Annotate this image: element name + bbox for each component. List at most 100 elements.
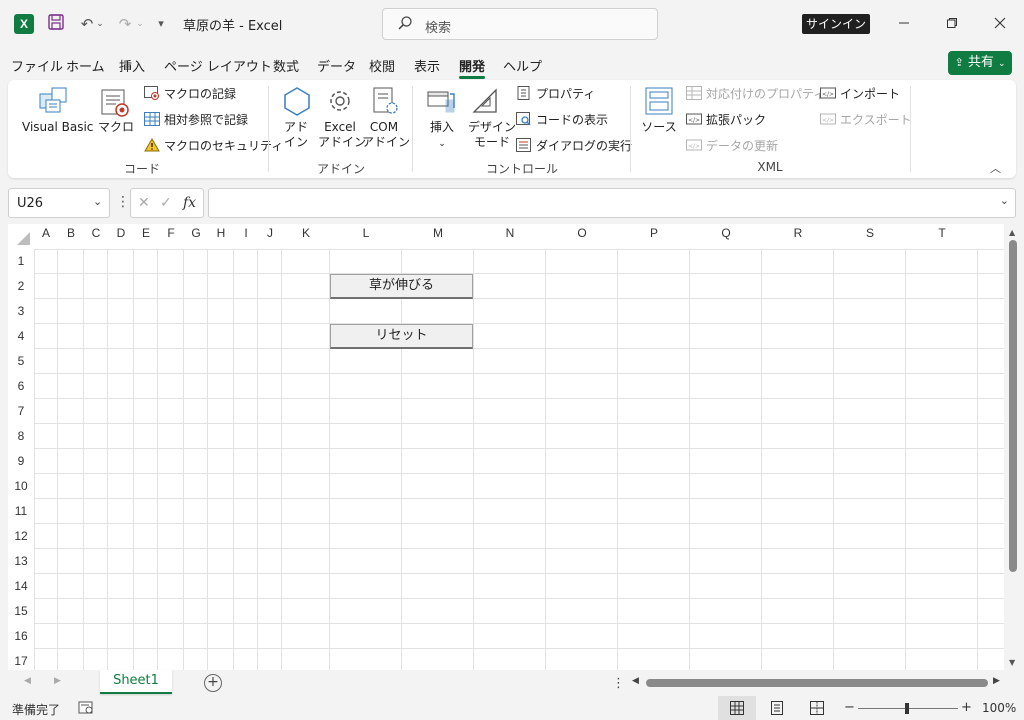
- more-options-icon[interactable]: ⋮: [116, 194, 130, 210]
- design-mode-button[interactable]: デザイン モード: [466, 120, 518, 150]
- redo-icon[interactable]: ↷: [114, 13, 136, 35]
- column-header[interactable]: I: [234, 224, 258, 249]
- scroll-up-icon[interactable]: ▲: [1009, 228, 1015, 237]
- scroll-down-icon[interactable]: ▼: [1009, 658, 1015, 667]
- column-header[interactable]: R: [762, 224, 834, 249]
- excel-addin-button[interactable]: Excel アドイン: [318, 120, 366, 150]
- column-header[interactable]: E: [134, 224, 158, 249]
- row-header[interactable]: 1: [8, 249, 34, 274]
- import-button[interactable]: </> インポート: [820, 86, 900, 102]
- insert-control-icon[interactable]: [426, 86, 458, 119]
- map-properties-button[interactable]: 対応付けのプロパティ: [686, 86, 825, 102]
- column-header[interactable]: M: [402, 224, 474, 249]
- tab-formulas[interactable]: 数式: [273, 56, 299, 75]
- spreadsheet-grid[interactable]: ABCDEFGHIJKLMNOPQRST 草が伸びる リセット 123456789…: [8, 224, 1004, 670]
- row-header[interactable]: 12: [8, 524, 34, 549]
- column-header[interactable]: F: [158, 224, 184, 249]
- tab-developer[interactable]: 開発: [459, 56, 486, 79]
- row-header[interactable]: 7: [8, 399, 34, 424]
- zoom-level[interactable]: 100%: [982, 701, 1016, 715]
- horizontal-scroll-thumb[interactable]: [646, 679, 988, 687]
- tab-file[interactable]: ファイル: [11, 56, 63, 75]
- zoom-in-icon[interactable]: +: [961, 700, 972, 715]
- row-header[interactable]: 9: [8, 449, 34, 474]
- share-button[interactable]: ⇪ 共有 ⌄: [948, 51, 1012, 75]
- row-header[interactable]: 8: [8, 424, 34, 449]
- macro-icon[interactable]: [100, 86, 130, 121]
- expansion-packs-button[interactable]: </> 拡張パック: [686, 112, 766, 128]
- formula-input[interactable]: ⌄: [208, 188, 1016, 218]
- name-box[interactable]: U26 ⌄: [8, 188, 110, 218]
- sheet-tab-sheet1[interactable]: Sheet1: [100, 670, 172, 694]
- tab-insert[interactable]: 挿入: [119, 56, 145, 75]
- column-header[interactable]: K: [282, 224, 330, 249]
- row-header[interactable]: 14: [8, 574, 34, 599]
- addin-icon[interactable]: [282, 86, 312, 119]
- restore-icon[interactable]: [940, 12, 964, 36]
- view-code-button[interactable]: コードの表示: [516, 112, 608, 128]
- save-icon[interactable]: [45, 13, 67, 35]
- collapse-ribbon-icon[interactable]: ︿: [990, 160, 1001, 176]
- expand-formula-icon[interactable]: ⌄: [1000, 194, 1009, 207]
- row-header[interactable]: 6: [8, 374, 34, 399]
- xml-source-button[interactable]: ソース: [640, 120, 678, 135]
- reset-button[interactable]: リセット: [330, 324, 473, 349]
- page-layout-view-icon[interactable]: [770, 701, 784, 718]
- refresh-data-button[interactable]: </> データの更新: [686, 138, 778, 154]
- gear-icon[interactable]: [325, 86, 355, 119]
- cells-area[interactable]: 草が伸びる リセット: [34, 249, 1004, 670]
- macro-security-button[interactable]: マクロのセキュリティ: [144, 138, 283, 154]
- zoom-slider-thumb[interactable]: [905, 703, 909, 714]
- tab-review[interactable]: 校閲: [369, 56, 395, 75]
- prev-sheet-icon[interactable]: ◀: [24, 676, 31, 686]
- row-header[interactable]: 4: [8, 324, 34, 349]
- column-header[interactable]: L: [330, 224, 402, 249]
- minimize-icon[interactable]: [892, 12, 916, 36]
- column-header[interactable]: B: [58, 224, 84, 249]
- customize-toolbar-icon[interactable]: ▾: [152, 13, 170, 35]
- column-header[interactable]: A: [34, 224, 58, 249]
- tab-home[interactable]: ホーム: [66, 56, 105, 75]
- insert-function-icon[interactable]: fx: [183, 195, 196, 211]
- column-header[interactable]: O: [546, 224, 618, 249]
- column-header[interactable]: P: [618, 224, 690, 249]
- close-icon[interactable]: [988, 12, 1012, 36]
- more-options-icon[interactable]: ⋮: [612, 676, 625, 691]
- page-break-view-icon[interactable]: [810, 701, 824, 718]
- column-header[interactable]: T: [906, 224, 978, 249]
- visual-basic-icon[interactable]: [38, 86, 70, 119]
- redo-dropdown-icon[interactable]: ⌄: [134, 13, 146, 35]
- column-header[interactable]: G: [184, 224, 208, 249]
- enter-icon[interactable]: ✓: [160, 195, 172, 211]
- scroll-right-icon[interactable]: ▶: [993, 676, 1000, 686]
- vertical-scroll-thumb[interactable]: [1009, 240, 1017, 572]
- accessibility-icon[interactable]: [78, 701, 94, 718]
- properties-button[interactable]: プロパティ: [516, 86, 595, 102]
- row-header[interactable]: 5: [8, 349, 34, 374]
- xml-source-icon[interactable]: [644, 86, 674, 119]
- select-all-corner[interactable]: [8, 224, 34, 249]
- row-header[interactable]: 17: [8, 649, 34, 670]
- cancel-icon[interactable]: ✕: [138, 195, 150, 211]
- macro-button[interactable]: マクロ: [98, 120, 134, 135]
- signin-button[interactable]: サインイン: [802, 14, 870, 34]
- record-macro-button[interactable]: マクロの記録: [144, 86, 236, 102]
- tab-page-layout[interactable]: ページ レイアウト: [164, 56, 272, 75]
- row-header[interactable]: 2: [8, 274, 34, 299]
- column-header[interactable]: C: [84, 224, 108, 249]
- row-header[interactable]: 16: [8, 624, 34, 649]
- grow-grass-button[interactable]: 草が伸びる: [330, 274, 473, 299]
- design-mode-icon[interactable]: [470, 86, 500, 119]
- undo-dropdown-icon[interactable]: ⌄: [94, 13, 106, 35]
- insert-control-button[interactable]: 挿入 ⌄: [422, 120, 462, 152]
- next-sheet-icon[interactable]: ▶: [54, 676, 61, 686]
- zoom-out-icon[interactable]: −: [844, 700, 855, 715]
- scroll-left-icon[interactable]: ◀: [632, 676, 639, 686]
- tab-help[interactable]: ヘルプ: [503, 56, 542, 75]
- row-header[interactable]: 15: [8, 599, 34, 624]
- column-header[interactable]: N: [474, 224, 546, 249]
- com-addin-icon[interactable]: [370, 86, 400, 119]
- column-header[interactable]: H: [208, 224, 234, 249]
- addin-button[interactable]: アド イン: [280, 120, 312, 150]
- column-header[interactable]: D: [108, 224, 134, 249]
